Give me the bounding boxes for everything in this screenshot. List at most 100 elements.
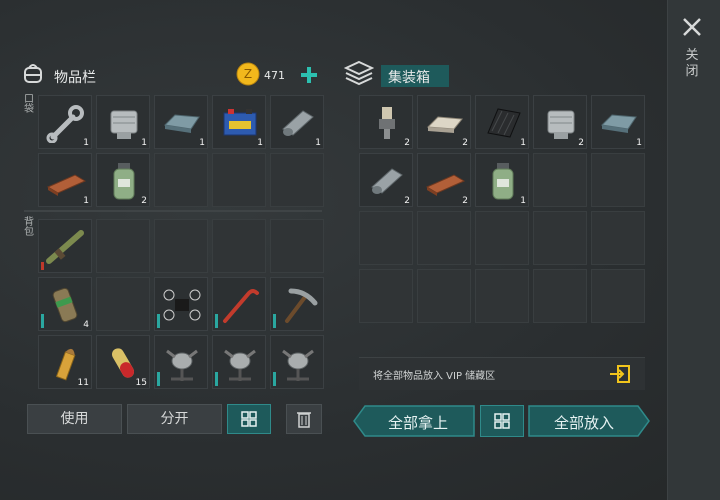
steel-ingot-icon (161, 103, 203, 143)
container-slot-engine-part[interactable]: 2 (533, 95, 587, 149)
pocket-empty-slot[interactable] (212, 153, 266, 207)
item-count: 2 (462, 138, 468, 148)
grid-icon (494, 413, 510, 429)
take-all-label: 全部拿上 (387, 414, 448, 432)
item-count: 2 (462, 196, 468, 206)
pocket-empty-slot[interactable] (154, 153, 208, 207)
grid-icon (241, 411, 257, 427)
backpack-empty-slot[interactable] (270, 219, 324, 273)
pocket-slot-metal-roll[interactable]: 1 (270, 95, 324, 149)
item-count: 1 (257, 138, 263, 148)
container-slot-spark-plug[interactable]: 2 (359, 95, 413, 149)
item-count: 11 (77, 378, 89, 388)
vip-storage-bar[interactable]: 将全部物品放入 VIP 储藏区 (359, 357, 645, 390)
trash-icon (297, 412, 311, 428)
item-count: 2 (141, 196, 147, 206)
pocket-empty-slot[interactable] (270, 153, 324, 207)
close-icon[interactable] (681, 16, 703, 38)
durability-bar (215, 314, 218, 328)
durability-bar (41, 262, 44, 270)
container-empty-slot[interactable] (533, 269, 587, 323)
battery-icon (219, 103, 261, 143)
turret-bug-icon (161, 343, 203, 383)
container-empty-slot[interactable] (475, 211, 529, 265)
svg-text:Z: Z (244, 67, 252, 81)
pocket-slot-steel-ingot[interactable]: 1 (154, 95, 208, 149)
backpack-slot-crowbar[interactable] (212, 277, 266, 331)
use-button[interactable]: 使用 (27, 404, 122, 434)
backpack-empty-slot[interactable] (212, 219, 266, 273)
container-title: 集装箱 (388, 70, 430, 86)
container-slot-metal-roll[interactable]: 2 (359, 153, 413, 207)
backpack-slot-turret-bug[interactable] (270, 335, 324, 389)
container-empty-slot[interactable] (475, 269, 529, 323)
container-empty-slot[interactable] (359, 211, 413, 265)
item-count: 1 (199, 138, 205, 148)
pickaxe-icon (277, 285, 319, 325)
durability-bar (215, 372, 218, 386)
container-slot-rubber-sheet[interactable]: 1 (475, 95, 529, 149)
container-empty-slot[interactable] (591, 211, 645, 265)
backpack-empty-slot[interactable] (96, 277, 150, 331)
item-count: 2 (578, 138, 584, 148)
vip-storage-text: 将全部物品放入 VIP 储藏区 (373, 371, 496, 382)
container-slot-stone-block[interactable]: 2 (417, 95, 471, 149)
backpack-slot-pill-capsule[interactable]: 15 (96, 335, 150, 389)
turret-bug-icon (219, 343, 261, 383)
engine-part-icon (103, 103, 145, 143)
steel-ingot-icon (598, 103, 640, 143)
glass-jar-icon (103, 161, 145, 201)
coin-count: 471 (264, 69, 285, 82)
container-empty-slot[interactable] (591, 269, 645, 323)
backpack-empty-slot[interactable] (96, 219, 150, 273)
durability-bar (157, 314, 160, 328)
pocket-slot-wrench[interactable]: 1 (38, 95, 92, 149)
pocket-slot-glass-jar[interactable]: 2 (96, 153, 150, 207)
backpack-slot-bullet[interactable]: 11 (38, 335, 92, 389)
backpack-slot-drone[interactable] (154, 277, 208, 331)
container-slot-glass-jar[interactable]: 1 (475, 153, 529, 207)
durability-bar (273, 314, 276, 328)
move-to-vip-icon[interactable] (609, 365, 631, 383)
container-empty-slot[interactable] (417, 269, 471, 323)
rifle-icon (45, 227, 87, 267)
wood-plank-icon (45, 161, 87, 201)
container-empty-slot[interactable] (591, 153, 645, 207)
turret-bug-icon (277, 343, 319, 383)
container-empty-slot[interactable] (533, 153, 587, 207)
add-coins-button[interactable] (300, 66, 318, 84)
item-count: 1 (520, 196, 526, 206)
coin-icon: Z (236, 62, 260, 86)
close-label[interactable]: 关闭 (684, 48, 700, 80)
container-empty-slot[interactable] (359, 269, 413, 323)
split-button[interactable]: 分开 (127, 404, 222, 434)
backpack-label: 背包 (24, 217, 34, 238)
container-icon (344, 60, 374, 86)
container-slot-wood-plank[interactable]: 2 (417, 153, 471, 207)
pocket-slot-battery[interactable]: 1 (212, 95, 266, 149)
backpack-slot-grenade-canister[interactable]: 4 (38, 277, 92, 331)
container-empty-slot[interactable] (533, 211, 587, 265)
item-count: 2 (404, 138, 410, 148)
trash-button[interactable] (286, 404, 322, 434)
wood-plank-icon (424, 161, 466, 201)
item-count: 15 (135, 378, 147, 388)
engine-part-icon (540, 103, 582, 143)
item-count: 4 (83, 320, 89, 330)
bullet-icon (45, 343, 87, 383)
backpack-slot-pickaxe[interactable] (270, 277, 324, 331)
pocket-slot-engine-part[interactable]: 1 (96, 95, 150, 149)
backpack-slot-turret-bug[interactable] (212, 335, 266, 389)
grenade-canister-icon (45, 285, 87, 325)
backpack-slot-turret-bug[interactable] (154, 335, 208, 389)
backpack-empty-slot[interactable] (154, 219, 208, 273)
pill-capsule-icon (103, 343, 145, 383)
sort-grid-button[interactable] (227, 404, 271, 434)
container-empty-slot[interactable] (417, 211, 471, 265)
item-count: 1 (520, 138, 526, 148)
backpack-slot-rifle[interactable] (38, 219, 92, 273)
container-slot-steel-ingot[interactable]: 1 (591, 95, 645, 149)
container-sort-button[interactable] (480, 405, 524, 437)
pocket-slot-wood-plank[interactable]: 1 (38, 153, 92, 207)
durability-bar (273, 372, 276, 386)
